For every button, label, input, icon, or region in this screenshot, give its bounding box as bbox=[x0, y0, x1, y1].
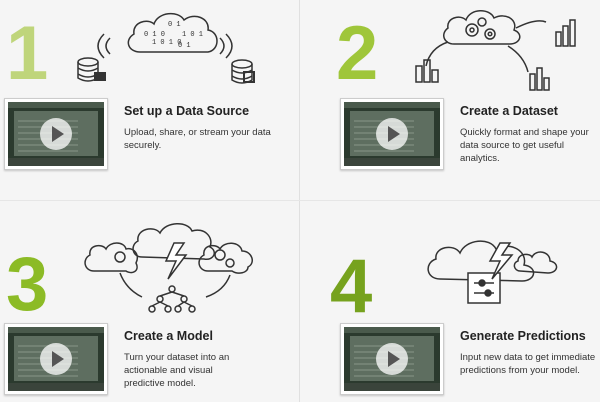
step-2: 2 Create a Dataset Quickly format and sh… bbox=[300, 0, 600, 201]
video-thumbnail[interactable] bbox=[4, 323, 108, 395]
step-number: 2 bbox=[336, 11, 379, 96]
cloud-gears-icon bbox=[415, 10, 576, 91]
svg-text:0 1: 0 1 bbox=[168, 21, 181, 29]
screenshot bbox=[344, 327, 440, 391]
step-number: 4 bbox=[330, 244, 373, 329]
screenshot bbox=[8, 102, 104, 166]
cloud-binary-icon: 0 1 0 1 0 1 0 0 1 1 0 1 0 1 bbox=[77, 12, 255, 84]
svg-text:0 1 0: 0 1 0 bbox=[144, 31, 165, 39]
screenshot bbox=[344, 102, 440, 166]
step-number: 3 bbox=[6, 242, 49, 327]
step-description: Upload, share, or stream your data secur… bbox=[124, 127, 271, 151]
step-description: Quickly format and shape your data sourc… bbox=[460, 127, 589, 164]
step-3: 3 Create a Model Turn your dataset into … bbox=[0, 201, 300, 402]
svg-text:1 0 1: 1 0 1 bbox=[182, 31, 203, 39]
prediction-box-icon bbox=[427, 240, 558, 304]
step-number: 1 bbox=[6, 11, 49, 96]
play-icon[interactable] bbox=[40, 343, 72, 375]
step-title: Generate Predictions bbox=[460, 329, 586, 343]
video-thumbnail[interactable] bbox=[340, 98, 444, 170]
step-title: Create a Dataset bbox=[460, 104, 558, 118]
cloud-tree-icon bbox=[84, 223, 253, 313]
step-title: Create a Model bbox=[124, 329, 213, 343]
video-thumbnail[interactable] bbox=[340, 323, 444, 395]
step-4: 4 Generate Predictions Input new data to… bbox=[300, 201, 600, 402]
play-icon[interactable] bbox=[40, 118, 72, 150]
play-icon[interactable] bbox=[376, 343, 408, 375]
step-description: Turn your dataset into an actionable and… bbox=[124, 352, 230, 389]
screenshot bbox=[8, 327, 104, 391]
video-thumbnail[interactable] bbox=[4, 98, 108, 170]
svg-text:0 1: 0 1 bbox=[178, 42, 191, 50]
step-1: 1 0 1 0 1 0 1 0 0 1 1 0 1 0 1 Set up a D… bbox=[0, 0, 300, 201]
step-title: Set up a Data Source bbox=[124, 104, 250, 118]
step-description: Input new data to get immediate predicti… bbox=[460, 352, 596, 376]
svg-text:1 0 1 0: 1 0 1 0 bbox=[152, 39, 181, 47]
play-icon[interactable] bbox=[376, 118, 408, 150]
